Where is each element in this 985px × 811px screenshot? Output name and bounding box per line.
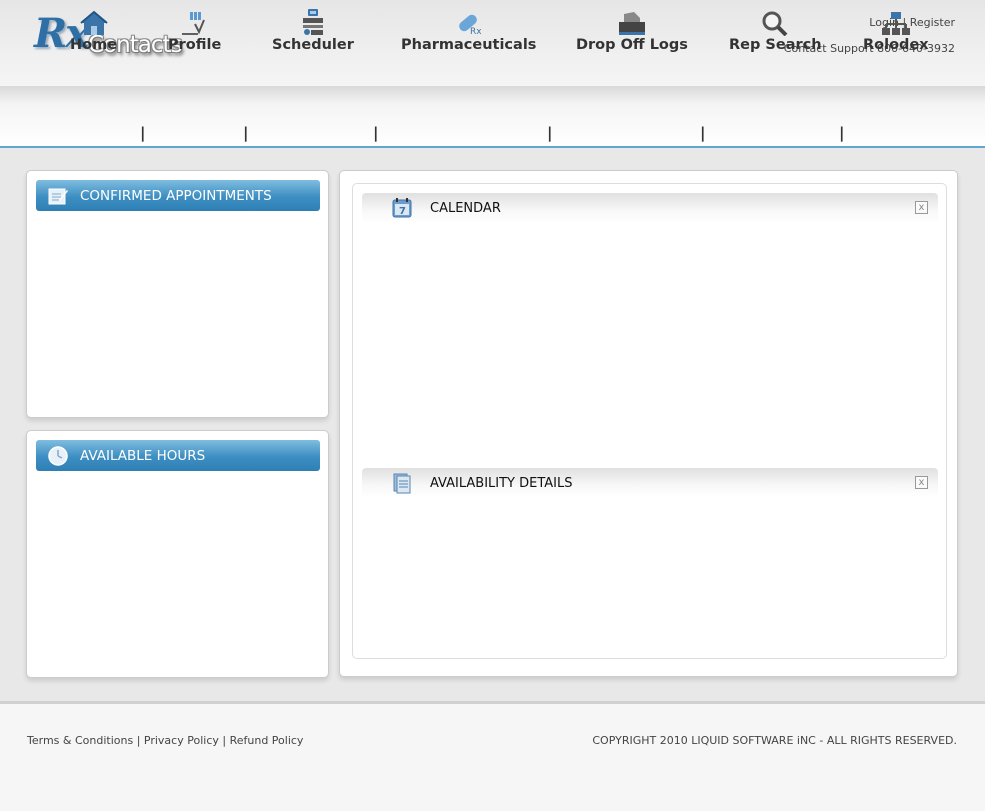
nav-item-rolodex[interactable]: Rolodex [863, 8, 929, 53]
nav-item-drop-off-logs[interactable]: Drop Off Logs [576, 8, 688, 53]
confirmed-appointments-panel: CONFIRMED APPOINTMENTS [26, 170, 329, 418]
footer-separator: | [222, 734, 227, 747]
nav-item-pharmaceuticals[interactable]: Rx Pharmaceuticals [401, 8, 536, 53]
nav-label-home: Home [70, 37, 118, 53]
nav-item-home[interactable]: Home [70, 8, 117, 53]
nav-label-drop-off-logs: Drop Off Logs [576, 37, 688, 53]
calendar-title: CALENDAR [430, 200, 501, 216]
availability-details-title: AVAILABILITY DETAILS [430, 475, 573, 491]
footer-separator: | [136, 734, 141, 747]
scheduler-icon [298, 8, 328, 36]
nav-separator: | [839, 124, 845, 142]
calendar-header: 7 CALENDAR x [362, 193, 938, 223]
nav-item-scheduler[interactable]: Scheduler [272, 8, 354, 53]
calendar-icon: 7 [390, 197, 414, 219]
nav-label-profile: Profile [168, 37, 222, 53]
main-panel: 7 CALENDAR x AVAILABILITY DETAILS x [339, 170, 958, 677]
copyright: COPYRIGHT 2010 LIQUID SOFTWARE iNC - ALL… [592, 734, 957, 747]
drop-off-icon [616, 8, 648, 36]
nav-separator: | [243, 124, 249, 142]
confirmed-appointments-title: CONFIRMED APPOINTMENTS [80, 187, 272, 204]
pill-icon: Rx [454, 8, 484, 36]
available-hours-header: AVAILABLE HOURS [36, 440, 320, 471]
profile-icon [180, 8, 210, 36]
nav-label-scheduler: Scheduler [272, 37, 354, 53]
refund-link[interactable]: Refund Policy [230, 734, 304, 747]
main-inner-panel: 7 CALENDAR x AVAILABILITY DETAILS x [352, 183, 947, 659]
footer-links: Terms & Conditions | Privacy Policy | Re… [27, 734, 303, 747]
availability-details-header: AVAILABILITY DETAILS x [362, 468, 938, 498]
org-chart-icon [881, 8, 911, 36]
nav-separator: | [373, 124, 379, 142]
footer: Terms & Conditions | Privacy Policy | Re… [0, 701, 985, 811]
clock-icon [46, 445, 70, 467]
available-hours-panel: AVAILABLE HOURS [26, 430, 329, 678]
svg-text:Rx: Rx [470, 27, 482, 36]
nav-item-profile[interactable]: Profile [168, 8, 221, 53]
nav-separator: | [700, 124, 706, 142]
terms-link[interactable]: Terms & Conditions [27, 734, 133, 747]
nav-label-rolodex: Rolodex [863, 37, 929, 53]
house-icon [79, 8, 109, 36]
document-icon [390, 472, 414, 494]
nav-separator: | [547, 124, 553, 142]
main-nav [0, 86, 985, 148]
availability-close-button[interactable]: x [915, 476, 928, 489]
nav-label-rep-search: Rep Search [729, 37, 822, 53]
nav-separator: | [140, 124, 146, 142]
privacy-link[interactable]: Privacy Policy [144, 734, 219, 747]
magnifier-icon [760, 8, 790, 36]
nav-label-pharmaceuticals: Pharmaceuticals [401, 37, 537, 53]
notepad-icon [46, 185, 70, 207]
calendar-close-button[interactable]: x [915, 201, 928, 214]
confirmed-appointments-header: CONFIRMED APPOINTMENTS [36, 180, 320, 211]
svg-text:7: 7 [399, 206, 406, 217]
nav-item-rep-search[interactable]: Rep Search [729, 8, 822, 53]
available-hours-title: AVAILABLE HOURS [80, 447, 206, 464]
